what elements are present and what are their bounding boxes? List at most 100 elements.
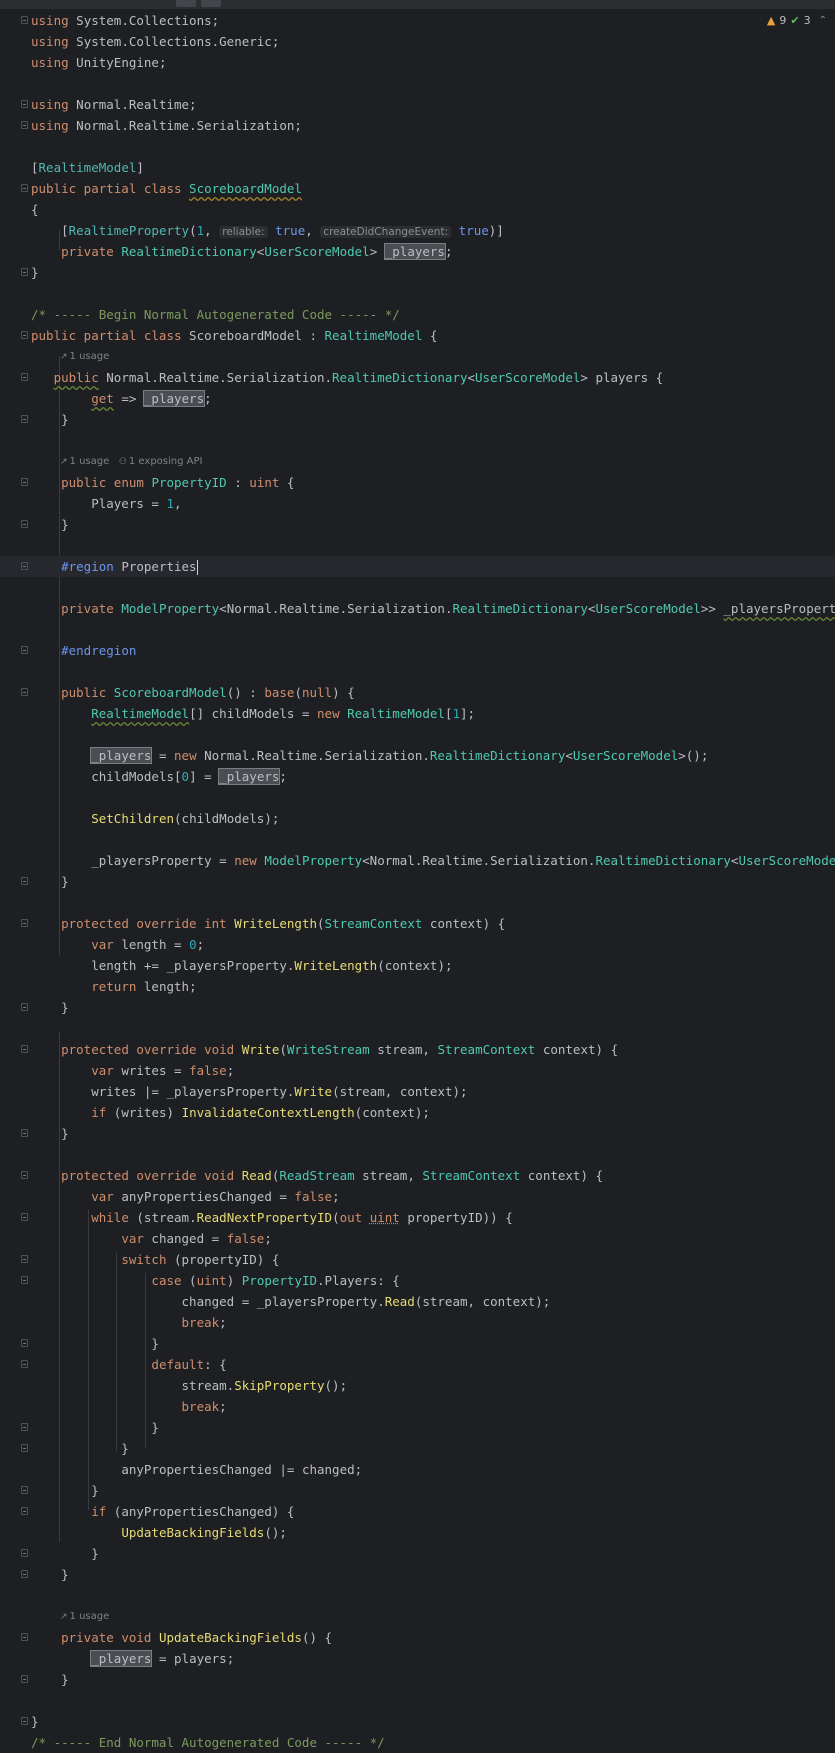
code-line[interactable]: protected override int WriteLength(Strea… [0,913,835,934]
code-lens-usages[interactable]: ↗ 1 usage [60,1606,109,1627]
fold-marker-icon[interactable] [21,919,28,927]
code-line[interactable]: using Normal.Realtime; [0,94,835,115]
fold-marker-icon[interactable] [21,1507,28,1515]
code-line[interactable]: [RealtimeModel] [0,157,835,178]
fold-marker-icon[interactable] [21,1213,28,1221]
fold-marker-icon[interactable] [21,1003,28,1011]
fold-marker-icon[interactable] [21,268,28,276]
code-line[interactable]: } [0,1123,835,1144]
code-line[interactable]: private RealtimeDictionary<UserScoreMode… [0,241,835,262]
code-line[interactable]: public partial class ScoreboardModel : R… [0,325,835,346]
code-line[interactable]: break; [0,1312,835,1333]
code-line[interactable]: { [0,199,835,220]
code-line[interactable]: SetChildren(childModels); [0,808,835,829]
fold-marker-icon[interactable] [21,1255,28,1263]
code-line[interactable]: break; [0,1396,835,1417]
code-line[interactable]: Players = 1, [0,493,835,514]
fold-marker-icon[interactable] [21,1633,28,1641]
code-line[interactable]: UpdateBackingFields(); [0,1522,835,1543]
code-line[interactable]: protected override void Write(WriteStrea… [0,1039,835,1060]
code-line[interactable]: } [0,514,835,535]
fold-marker-icon[interactable] [21,1171,28,1179]
code-line[interactable]: } [0,1438,835,1459]
fold-marker-icon[interactable] [21,373,28,381]
code-line[interactable]: anyPropertiesChanged |= changed; [0,1459,835,1480]
code-line[interactable]: /* ----- Begin Normal Autogenerated Code… [0,304,835,325]
code-line[interactable]: switch (propertyID) { [0,1249,835,1270]
code-line[interactable]: } [0,1417,835,1438]
code-line[interactable]: var length = 0; [0,934,835,955]
fold-marker-icon[interactable] [21,1549,28,1557]
code-line[interactable]: var anyPropertiesChanged = false; [0,1186,835,1207]
code-line[interactable]: private ModelProperty<Normal.Realtime.Se… [0,598,835,619]
code-line[interactable]: public enum PropertyID : uint { [0,472,835,493]
fold-marker-icon[interactable] [21,1570,28,1578]
code-line[interactable]: while (stream.ReadNextPropertyID(out uin… [0,1207,835,1228]
fold-marker-icon[interactable] [21,1423,28,1431]
code-line[interactable]: } [0,409,835,430]
fold-marker-icon[interactable] [21,1276,28,1284]
code-line[interactable]: length += _playersProperty.WriteLength(c… [0,955,835,976]
code-line[interactable]: } [0,871,835,892]
code-lens-usages[interactable]: ↗ 1 usage ⚇ 1 exposing API [60,451,202,472]
code-line[interactable]: public ScoreboardModel() : base(null) { [0,682,835,703]
toolbar-button-icon[interactable] [201,0,221,7]
code-line[interactable]: protected override void Read(ReadStream … [0,1165,835,1186]
fold-marker-icon[interactable] [21,1444,28,1452]
fold-marker-icon[interactable] [21,121,28,129]
fold-marker-icon[interactable] [21,1360,28,1368]
code-line[interactable]: case (uint) PropertyID.Players: { [0,1270,835,1291]
code-line[interactable]: } [0,1711,835,1732]
code-line[interactable]: } [0,1543,835,1564]
code-line[interactable]: [RealtimeProperty(1, reliable: true, cre… [0,220,835,241]
fold-marker-icon[interactable] [21,1486,28,1494]
code-line[interactable]: RealtimeModel[] childModels = new Realti… [0,703,835,724]
fold-marker-icon[interactable] [21,1045,28,1053]
code-line[interactable]: } [0,997,835,1018]
fold-marker-icon[interactable] [21,1717,28,1725]
code-line[interactable]: default: { [0,1354,835,1375]
code-line[interactable]: changed = _playersProperty.Read(stream, … [0,1291,835,1312]
code-line[interactable]: } [0,262,835,283]
code-line[interactable]: var changed = false; [0,1228,835,1249]
fold-marker-icon[interactable] [21,415,28,423]
code-line[interactable]: _playersProperty = new ModelProperty<Nor… [0,850,835,871]
code-line[interactable]: } [0,1564,835,1585]
code-line[interactable]: childModels[0] = _players; [0,766,835,787]
code-line[interactable]: if (writes) InvalidateContextLength(cont… [0,1102,835,1123]
code-line[interactable]: _players = players; [0,1648,835,1669]
fold-marker-icon[interactable] [21,877,28,885]
code-line[interactable]: public partial class ScoreboardModel [0,178,835,199]
code-line[interactable]: get => _players; [0,388,835,409]
code-line[interactable]: using Normal.Realtime.Serialization; [0,115,835,136]
code-line[interactable]: public Normal.Realtime.Serialization.Rea… [0,367,835,388]
code-line[interactable]: #endregion [0,640,835,661]
fold-marker-icon[interactable] [21,562,28,570]
code-editor[interactable]: ▲ 9 ✔ 3 ⌃ using System.Collections; usin… [0,0,835,1750]
toolbar-button-icon[interactable] [176,0,196,7]
fold-marker-icon[interactable] [21,1675,28,1683]
code-line[interactable]: writes |= _playersProperty.Write(stream,… [0,1081,835,1102]
code-line[interactable]: private void UpdateBackingFields() { [0,1627,835,1648]
fold-marker-icon[interactable] [21,1339,28,1347]
code-line[interactable]: } [0,1333,835,1354]
fold-marker-icon[interactable] [21,100,28,108]
code-lens-usages[interactable]: ↗ 1 usage [60,346,109,367]
code-line[interactable]: _players = new Normal.Realtime.Serializa… [0,745,835,766]
fold-marker-icon[interactable] [21,688,28,696]
code-line[interactable]: using System.Collections; [0,10,835,31]
code-line[interactable]: } [0,1480,835,1501]
fold-marker-icon[interactable] [21,646,28,654]
code-line[interactable]: } [0,1669,835,1690]
fold-marker-icon[interactable] [21,520,28,528]
fold-marker-icon[interactable] [21,478,28,486]
fold-marker-icon[interactable] [21,1129,28,1137]
code-line[interactable]: var writes = false; [0,1060,835,1081]
code-line[interactable]: stream.SkipProperty(); [0,1375,835,1396]
code-line[interactable]: if (anyPropertiesChanged) { [0,1501,835,1522]
code-line[interactable]: using UnityEngine; [0,52,835,73]
code-line[interactable]: /* ----- End Normal Autogenerated Code -… [0,1732,835,1753]
fold-marker-icon[interactable] [21,184,28,192]
fold-marker-icon[interactable] [21,331,28,339]
code-line[interactable]: return length; [0,976,835,997]
